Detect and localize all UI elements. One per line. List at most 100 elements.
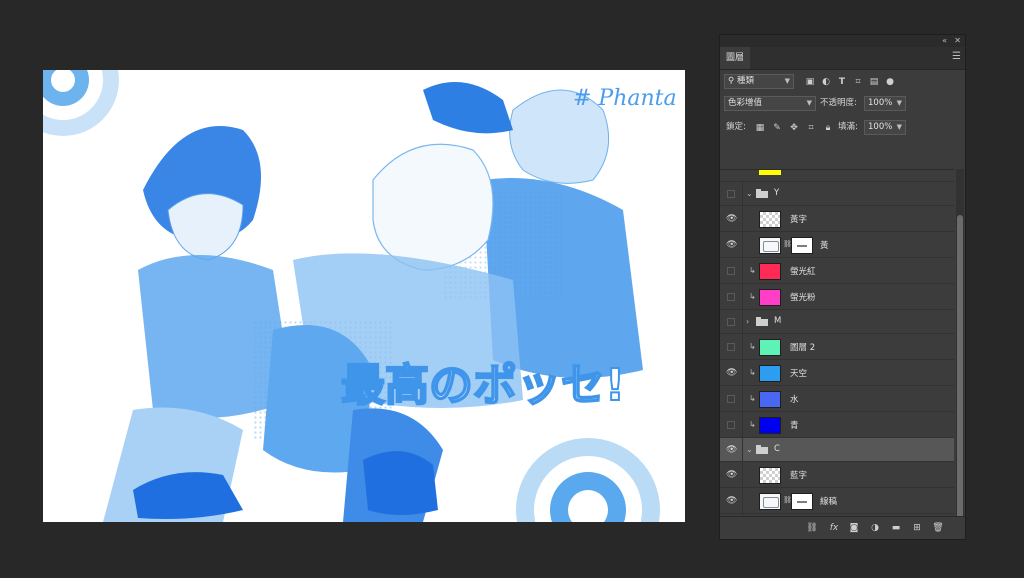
add-mask-icon[interactable]: ◙ xyxy=(848,522,860,534)
layer-mask-thumbnail[interactable] xyxy=(791,237,813,254)
hidden-visibility-box[interactable] xyxy=(727,267,735,275)
visibility-toggle[interactable]: 👁︎ xyxy=(720,438,743,461)
hidden-visibility-box[interactable] xyxy=(727,318,735,326)
image-filter-icon[interactable]: ▣ xyxy=(804,76,816,88)
chevron-down-icon: ▼ xyxy=(784,77,790,85)
layer-name: 螢光粉 xyxy=(790,293,816,303)
new-adjustment-icon[interactable]: ◑ xyxy=(869,522,881,534)
eye-icon[interactable]: 👁︎ xyxy=(726,470,737,480)
hidden-visibility-box[interactable] xyxy=(727,190,735,198)
layer-group-row[interactable]: ⌄ Y xyxy=(720,182,954,206)
fx-icon[interactable]: fx xyxy=(828,522,840,534)
layers-panel: « ✕ 圖層 ☰ ⚲ 種類 ▼ ▣ ◐ T ⌗ ▤ ● 色彩增值 ▼ 不透明度:… xyxy=(719,34,966,540)
opacity-field[interactable]: 100% ▼ xyxy=(864,96,906,111)
lock-artboard-icon[interactable]: ⌗ xyxy=(805,122,817,134)
lock-transparent-pixels-icon[interactable]: ▦ xyxy=(754,122,766,134)
document-canvas[interactable]: 最高のポッセ! # Phanta xyxy=(43,70,685,522)
visibility-toggle[interactable]: 👁︎ xyxy=(720,488,743,513)
visibility-toggle[interactable]: 👁︎ xyxy=(720,360,743,385)
visibility-toggle[interactable]: 👁︎ xyxy=(720,232,743,257)
layer-row[interactable]: ↳ 螢光紅 xyxy=(720,258,954,284)
close-panel-icon[interactable]: ✕ xyxy=(954,36,961,46)
layer-name: 線稿 xyxy=(820,497,838,507)
artwork-signature: # Phanta xyxy=(573,86,677,111)
layer-row[interactable]: 👁︎ ⛓ 線稿 xyxy=(720,488,954,514)
visibility-toggle[interactable]: 👁︎ xyxy=(720,462,743,487)
lock-position-icon[interactable]: ✥ xyxy=(788,122,800,134)
layer-row[interactable]: 👁︎ ↳ 天空 xyxy=(720,360,954,386)
layer-group-row[interactable]: › M xyxy=(720,310,954,334)
fill-field[interactable]: 100% ▼ xyxy=(864,120,906,135)
target-circle-bottom-right xyxy=(516,438,660,522)
collapse-panel-icon[interactable]: « xyxy=(942,36,947,46)
chevron-right-icon[interactable]: › xyxy=(746,317,749,326)
eye-icon[interactable]: 👁︎ xyxy=(726,496,737,506)
layer-row[interactable]: 👁︎ ⛓ 黃 xyxy=(720,232,954,258)
hidden-visibility-box[interactable] xyxy=(727,395,735,403)
filter-kind-select[interactable]: ⚲ 種類 ▼ xyxy=(724,74,794,89)
folder-icon xyxy=(756,189,768,198)
link-layers-icon[interactable]: ⛓ xyxy=(806,522,818,534)
layer-group-row[interactable]: 👁︎ ⌄ C xyxy=(720,438,954,462)
visibility-toggle[interactable]: 👁︎ xyxy=(720,206,743,231)
type-filter-icon[interactable]: T xyxy=(836,76,848,88)
layer-thumbnail[interactable] xyxy=(759,493,781,510)
color-fill-thumbnail[interactable] xyxy=(759,365,781,382)
smart-object-filter-icon[interactable]: ▤ xyxy=(868,76,880,88)
color-fill-thumbnail[interactable] xyxy=(759,263,781,280)
clipping-mask-icon: ↳ xyxy=(749,368,756,377)
scrollbar-thumb[interactable] xyxy=(957,215,963,531)
layer-list-scrollbar[interactable] xyxy=(956,169,964,531)
visibility-toggle[interactable] xyxy=(720,412,743,437)
visibility-toggle[interactable] xyxy=(720,284,743,309)
shape-filter-icon[interactable]: ⌗ xyxy=(852,76,864,88)
layer-name: 天空 xyxy=(790,369,808,379)
layer-thumbnail[interactable] xyxy=(759,467,781,484)
layer-row[interactable]: ↳ 圖層 2 xyxy=(720,334,954,360)
layer-row[interactable]: ↳ 螢光粉 xyxy=(720,284,954,310)
color-fill-thumbnail[interactable] xyxy=(759,417,781,434)
hidden-visibility-box[interactable] xyxy=(727,293,735,301)
panel-title-bar[interactable]: « ✕ xyxy=(720,35,965,47)
eye-icon[interactable]: 👁︎ xyxy=(726,214,737,224)
eye-icon[interactable]: 👁︎ xyxy=(726,445,737,455)
opacity-value: 100% xyxy=(868,98,893,108)
eye-icon[interactable]: 👁︎ xyxy=(726,240,737,250)
layer-thumbnail[interactable] xyxy=(759,211,781,228)
new-group-icon[interactable]: ▬ xyxy=(890,522,902,534)
visibility-toggle[interactable] xyxy=(720,182,743,205)
layer-row[interactable]: 👁︎ 黃字 xyxy=(720,206,954,232)
delete-layer-icon[interactable]: 🗑︎ xyxy=(932,522,944,534)
color-fill-thumbnail[interactable] xyxy=(759,289,781,306)
layer-list[interactable]: ⌄ Y 👁︎ 黃字 👁︎ ⛓ 黃 ↳ 螢光紅 ↳ 螢光粉 › M ↳ 圖層 2 👁︎ ↳ 天空 ↳ 水 ↳ 青 👁︎ ⌄ C 👁︎… xyxy=(720,169,954,518)
clipping-mask-icon: ↳ xyxy=(749,266,756,275)
blend-mode-select[interactable]: 色彩增值 ▼ xyxy=(724,96,816,111)
visibility-toggle[interactable] xyxy=(720,310,743,333)
color-fill-thumbnail[interactable] xyxy=(759,339,781,356)
color-fill-thumbnail[interactable] xyxy=(759,391,781,408)
visibility-toggle[interactable] xyxy=(720,258,743,283)
layer-thumbnail[interactable] xyxy=(759,237,781,254)
chevron-down-icon[interactable]: ⌄ xyxy=(746,189,753,198)
lock-image-pixels-icon[interactable]: ✎ xyxy=(771,122,783,134)
visibility-toggle[interactable] xyxy=(720,334,743,359)
layer-row[interactable] xyxy=(720,170,954,182)
chevron-down-icon[interactable]: ⌄ xyxy=(746,445,753,454)
hidden-visibility-box[interactable] xyxy=(727,343,735,351)
adjustment-filter-icon[interactable]: ◐ xyxy=(820,76,832,88)
visibility-toggle[interactable] xyxy=(720,386,743,411)
layer-mask-thumbnail[interactable] xyxy=(791,493,813,510)
layer-row[interactable]: ↳ 青 xyxy=(720,412,954,438)
panel-menu-icon[interactable]: ☰ xyxy=(952,51,961,63)
eye-icon[interactable]: 👁︎ xyxy=(726,368,737,378)
layer-name: 黃字 xyxy=(790,215,808,225)
new-layer-icon[interactable]: ⊞ xyxy=(911,522,923,534)
color-fill-thumbnail[interactable] xyxy=(759,170,781,175)
filter-toggle-icon[interactable]: ● xyxy=(884,76,896,88)
layer-name: 青 xyxy=(790,421,799,431)
lock-all-icon[interactable]: 🔒︎ xyxy=(822,122,834,134)
tab-layers[interactable]: 圖層 xyxy=(720,47,750,69)
layer-row[interactable]: ↳ 水 xyxy=(720,386,954,412)
hidden-visibility-box[interactable] xyxy=(727,421,735,429)
layer-row[interactable]: 👁︎ 藍字 xyxy=(720,462,954,488)
